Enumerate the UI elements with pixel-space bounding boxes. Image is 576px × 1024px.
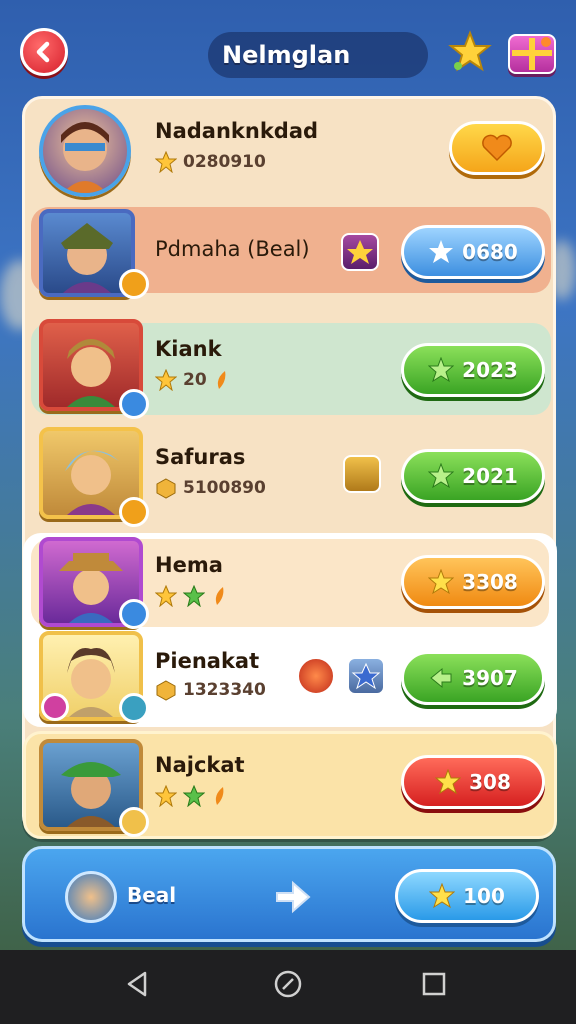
gold-cube-icon (156, 680, 176, 701)
player-stats (155, 785, 233, 807)
star-icon (435, 769, 462, 795)
avatar-face-icon (61, 223, 113, 293)
player-row[interactable]: Kiank 20 2023 (25, 317, 559, 421)
leaderboard-panel: Nadanknkdad 0280910 Pdmaha (Beal) 0680 K… (22, 96, 559, 839)
player-row[interactable]: Hema 3308 (25, 535, 559, 631)
player-name: Safuras (155, 445, 246, 469)
player-score-text: 0280910 (183, 152, 266, 172)
heart-badge-icon (41, 693, 69, 721)
star-icon (428, 357, 455, 383)
player-stats: 1323340 (155, 679, 266, 701)
fire-item-icon[interactable] (297, 657, 335, 695)
like-button[interactable] (449, 121, 545, 175)
my-score-value: 100 (463, 884, 505, 908)
player-name: Kiank (155, 337, 222, 361)
nav-home-button[interactable] (268, 964, 308, 1004)
feather-icon (217, 371, 226, 389)
gold-cube-icon (156, 478, 176, 499)
nav-home-icon (274, 970, 302, 998)
score-value: 3907 (462, 666, 518, 690)
star-icon (428, 463, 455, 489)
star-icon (428, 569, 455, 595)
treasure-item-icon (343, 455, 381, 493)
back-button[interactable] (20, 28, 68, 76)
rank-badge-icon (119, 599, 149, 629)
my-label: Beal (127, 883, 177, 907)
rank-badge-icon (119, 693, 149, 723)
player-stats: 20 (155, 369, 229, 391)
score-button[interactable]: 2021 (401, 449, 545, 503)
score-value: 308 (469, 770, 511, 794)
score-value: 2021 (462, 464, 518, 488)
star-icon (429, 883, 456, 909)
title-pill: Nelmglan (208, 32, 428, 78)
heart-icon (482, 134, 512, 162)
nav-back-icon (127, 971, 147, 997)
star-icon (155, 785, 177, 807)
player-score-text: 1323340 (183, 680, 266, 700)
score-button[interactable]: 308 (401, 755, 545, 809)
rank-badge-icon (119, 269, 149, 299)
score-button[interactable]: 3308 (401, 555, 545, 609)
system-nav-bar (0, 950, 576, 1024)
player-score-text: 5100890 (183, 478, 266, 498)
green-star-icon (183, 785, 205, 807)
nav-recents-button[interactable] (414, 964, 454, 1004)
player-row[interactable]: Safuras 5100890 2021 (25, 425, 559, 529)
rank-badge-icon (119, 497, 149, 527)
player-row[interactable]: Pdmaha (Beal) 0680 (25, 203, 559, 299)
trophy-icon (347, 240, 373, 264)
trophy-item-icon (341, 233, 379, 271)
rank-badge-icon (119, 807, 149, 837)
my-avatar (65, 871, 117, 923)
player-name: Pdmaha (Beal) (155, 237, 310, 261)
score-button[interactable]: 2023 (401, 343, 545, 397)
nav-recents-icon (422, 972, 446, 996)
feather-icon (215, 787, 224, 805)
rank-badge-icon (119, 389, 149, 419)
score-value: 3308 (462, 570, 518, 594)
player-name: Hema (155, 553, 223, 577)
player-level-text: 20 (183, 370, 207, 390)
share-arrow-icon[interactable] (273, 879, 313, 915)
feather-icon (215, 587, 224, 605)
star-icon (155, 369, 177, 391)
score-value: 2023 (462, 358, 518, 382)
score-button[interactable]: 0680 (401, 225, 545, 279)
green-star-icon (183, 585, 205, 607)
top-bar: Nelmglan (0, 18, 576, 88)
player-stats: 5100890 (155, 477, 266, 499)
player-stats (155, 585, 233, 607)
star-icon (351, 662, 381, 690)
arrow-icon (430, 667, 452, 689)
star-icon (429, 240, 454, 263)
back-arrow-icon (36, 41, 50, 63)
score-button[interactable]: 3907 (401, 651, 545, 705)
player-name: Najckat (155, 753, 245, 777)
my-score-button[interactable]: 100 (395, 869, 539, 923)
gift-ribbon-icon (512, 37, 552, 70)
player-name: Nadanknkdad (155, 119, 319, 143)
nav-back-button[interactable] (118, 964, 158, 1004)
player-row[interactable]: Pienakat 1323340 3907 (25, 631, 559, 727)
star-icon[interactable] (448, 30, 492, 74)
gift-box-icon[interactable] (508, 34, 556, 74)
star-icon (155, 585, 177, 607)
player-name: Pienakat (155, 649, 260, 673)
player-avatar (39, 105, 131, 197)
page-title: Nelmglan (222, 41, 351, 69)
player-stats: 0280910 (155, 151, 266, 173)
player-row[interactable]: Najckat 308 (25, 735, 559, 839)
star-icon (155, 151, 177, 173)
current-player-bar[interactable]: Beal 100 (22, 846, 556, 942)
avatar-face-icon (61, 122, 109, 193)
player-row[interactable]: Nadanknkdad 0280910 (25, 99, 559, 203)
star-item-icon[interactable] (347, 657, 385, 695)
score-value: 0680 (462, 240, 518, 264)
